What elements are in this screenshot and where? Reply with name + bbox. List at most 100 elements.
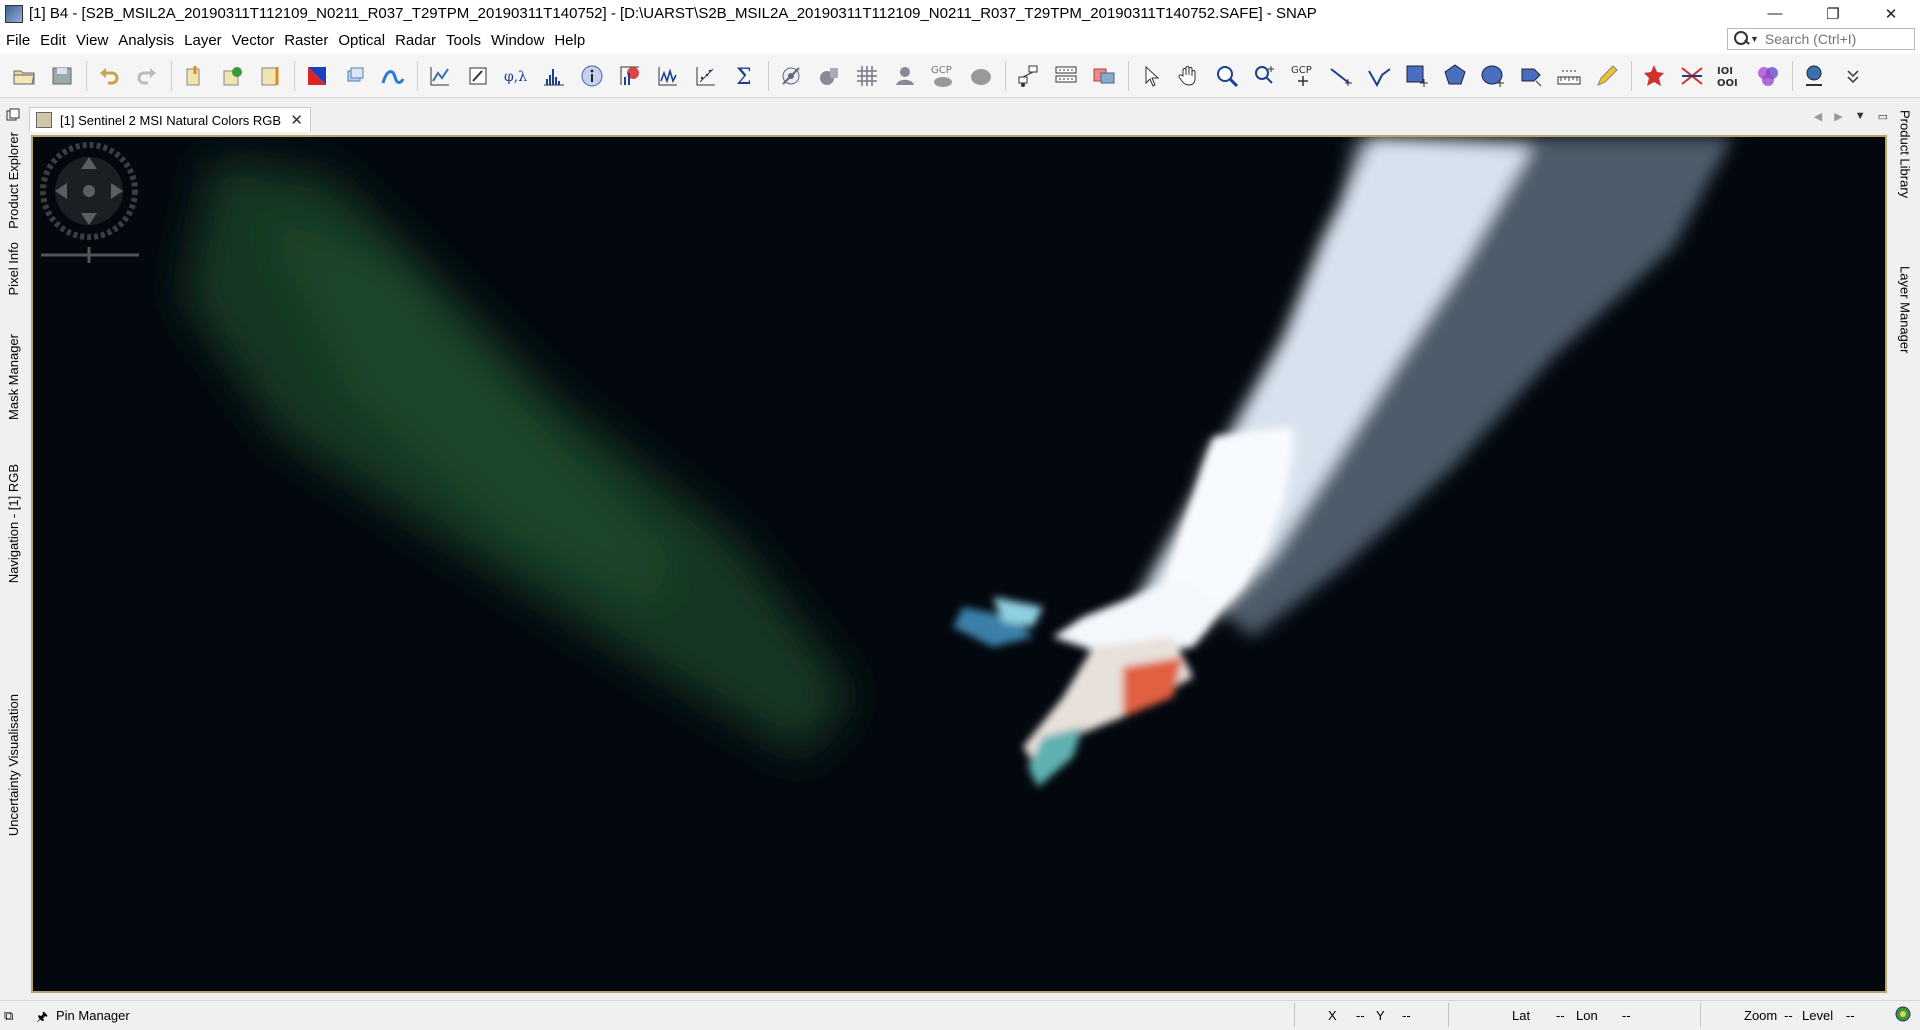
svg-text:Σ: Σ	[736, 65, 752, 89]
product-library-button[interactable]	[1088, 60, 1120, 92]
information-button[interactable]	[576, 60, 608, 92]
geo-coding-button[interactable]: φ,λ	[500, 60, 532, 92]
satellite-image[interactable]	[33, 137, 1887, 993]
close-window-button[interactable]: ✕	[1862, 0, 1920, 27]
pin-placing-tool-button[interactable]	[1249, 60, 1281, 92]
magnifier-icon	[1217, 65, 1239, 87]
statistics-button[interactable]	[614, 60, 646, 92]
polyline-tool-button[interactable]	[1363, 60, 1395, 92]
restore-button[interactable]: ❐	[1804, 0, 1862, 27]
wave-tool-button[interactable]	[377, 60, 409, 92]
menu-edit[interactable]: Edit	[35, 32, 71, 49]
menu-radar[interactable]: Radar	[390, 32, 441, 49]
tab-list-dropdown-icon[interactable]: ▼	[1855, 110, 1866, 123]
document-tab-bar: [1] Sentinel 2 MSI Natural Colors RGB ✕ …	[26, 104, 1890, 132]
cross-tool-button[interactable]	[1676, 60, 1708, 92]
line-draw-icon	[1330, 67, 1352, 86]
ruler-icon	[1557, 70, 1581, 84]
spectrum-button[interactable]	[652, 60, 684, 92]
band-maths-button[interactable]	[216, 60, 248, 92]
venn-icon	[1758, 66, 1778, 86]
save-product-button[interactable]	[46, 60, 78, 92]
lon-label: Lon	[1576, 1008, 1598, 1023]
window-icon	[6, 108, 20, 121]
tab-navigation[interactable]: Navigation - [1] RGB	[0, 464, 26, 583]
bottom-panel-toggle-icon[interactable]: ⧉	[4, 1008, 13, 1024]
histogram-button[interactable]	[538, 60, 570, 92]
search-input[interactable]	[1764, 31, 1905, 47]
menu-window[interactable]: Window	[486, 32, 549, 49]
batch-processing-button[interactable]	[1050, 60, 1082, 92]
menu-optical[interactable]: Optical	[333, 32, 390, 49]
search-box[interactable]: ▼	[1727, 28, 1915, 50]
polygon-tool-button[interactable]	[1439, 60, 1471, 92]
gcp-placing-tool-button[interactable]: GCP	[1287, 60, 1319, 92]
magic-wand-tool-button[interactable]	[1515, 60, 1547, 92]
venn-tool-button[interactable]	[1752, 60, 1784, 92]
import-vector-button[interactable]	[178, 60, 210, 92]
open-product-button[interactable]	[8, 60, 40, 92]
edit-button[interactable]	[462, 60, 494, 92]
undo-button[interactable]	[93, 60, 125, 92]
graticule-button[interactable]	[851, 60, 883, 92]
select-tool-button[interactable]	[1135, 60, 1167, 92]
sar-tool-button[interactable]	[1638, 60, 1670, 92]
tab-product-library[interactable]: Product Library	[1890, 110, 1920, 198]
create-subset-button[interactable]	[254, 60, 286, 92]
close-tab-button[interactable]: ✕	[290, 111, 303, 129]
menu-view[interactable]: View	[71, 32, 113, 49]
toolbar-separator	[86, 60, 87, 91]
measure-tool-button[interactable]	[1591, 60, 1623, 92]
toolbar-overflow-button[interactable]	[1799, 60, 1831, 92]
rgb-image-button[interactable]	[301, 60, 333, 92]
minimize-button[interactable]: —	[1746, 0, 1804, 27]
tab-uncertainty-visualisation[interactable]: Uncertainty Visualisation	[0, 694, 26, 836]
pan-tool-button[interactable]	[1173, 60, 1205, 92]
document-tab[interactable]: [1] Sentinel 2 MSI Natural Colors RGB ✕	[29, 107, 311, 132]
menu-raster[interactable]: Raster	[279, 32, 333, 49]
binary-tool-button[interactable]: IOI OOI	[1714, 60, 1746, 92]
redo-button[interactable]	[131, 60, 163, 92]
ellipse-tool-button[interactable]	[1477, 60, 1509, 92]
tab-pixel-info[interactable]: Pixel Info	[0, 242, 26, 295]
menu-layer[interactable]: Layer	[179, 32, 227, 49]
pin-manager-tab[interactable]: Pin Manager	[56, 1008, 130, 1023]
tab-layer-manager[interactable]: Layer Manager	[1890, 266, 1920, 353]
scroll-tabs-left-icon[interactable]: ◀	[1814, 110, 1822, 123]
layer-stack-button[interactable]	[339, 60, 371, 92]
world-map-button[interactable]	[889, 60, 921, 92]
menu-tools[interactable]: Tools	[441, 32, 486, 49]
menu-help[interactable]: Help	[549, 32, 590, 49]
save-icon	[52, 67, 72, 84]
maximize-window-icon[interactable]: ▭	[1878, 110, 1888, 123]
rectangle-tool-button[interactable]	[1401, 60, 1433, 92]
range-finder-tool-button[interactable]	[1553, 60, 1585, 92]
more-toolbar-button[interactable]	[1837, 60, 1869, 92]
wind-button[interactable]	[965, 60, 997, 92]
menu-analysis[interactable]: Analysis	[113, 32, 179, 49]
image-view[interactable]	[31, 135, 1887, 993]
tab-navigation-label: Navigation - [1] RGB	[5, 464, 21, 584]
scroll-tabs-right-icon[interactable]: ▶	[1834, 110, 1842, 123]
sync-cursor-button[interactable]	[813, 60, 845, 92]
magic-wand-icon	[1521, 68, 1542, 86]
menu-vector[interactable]: Vector	[227, 32, 280, 49]
graph-builder-icon	[1018, 65, 1038, 87]
status-divider	[1294, 1003, 1295, 1027]
profile-plot-button[interactable]	[424, 60, 456, 92]
line-drawing-tool-button[interactable]	[1325, 60, 1357, 92]
layers-icon	[347, 67, 364, 81]
tab-mask-manager[interactable]: Mask Manager	[0, 334, 26, 420]
scatter-plot-icon	[696, 66, 715, 85]
pixel-info-view-button[interactable]	[775, 60, 807, 92]
tab-product-explorer[interactable]: Product Explorer	[0, 132, 26, 229]
gcp-manager-button[interactable]: GCP	[927, 60, 959, 92]
memory-status-icon[interactable]	[1894, 1005, 1912, 1026]
scatter-plot-button[interactable]	[690, 60, 722, 92]
graph-builder-button[interactable]	[1012, 60, 1044, 92]
sync-cursor-icon	[820, 67, 838, 85]
zoom-tool-button[interactable]	[1211, 60, 1243, 92]
menu-file[interactable]: File	[0, 32, 35, 49]
minimize-left-panel-button[interactable]	[0, 108, 26, 122]
sum-button[interactable]: Σ	[728, 60, 760, 92]
